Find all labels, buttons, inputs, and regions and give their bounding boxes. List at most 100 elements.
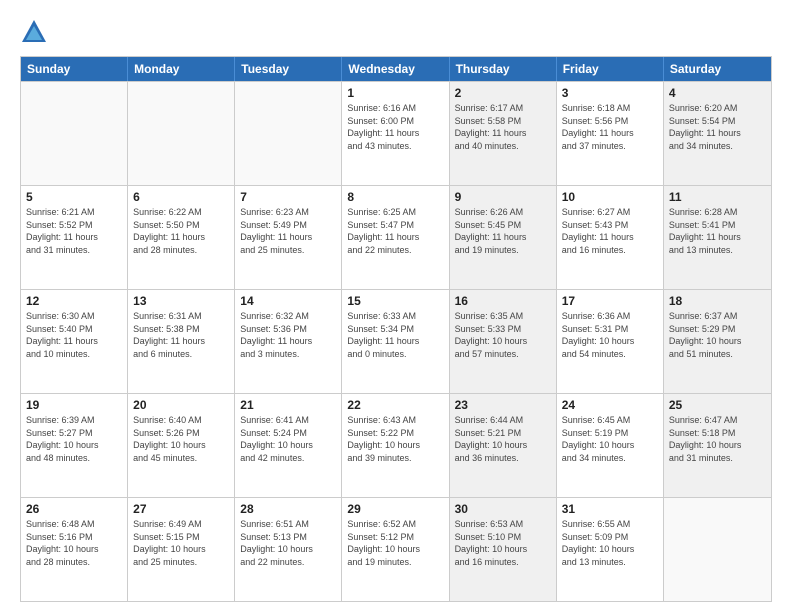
day-info: Sunrise: 6:26 AM Sunset: 5:45 PM Dayligh…	[455, 206, 551, 256]
calendar-cell: 22 Sunrise: 6:43 AM Sunset: 5:22 PM Dayli…	[342, 394, 449, 497]
calendar-cell: 19 Sunrise: 6:39 AM Sunset: 5:27 PM Dayli…	[21, 394, 128, 497]
day-info: Sunrise: 6:21 AM Sunset: 5:52 PM Dayligh…	[26, 206, 122, 256]
header-day-thursday: Thursday	[450, 57, 557, 81]
calendar-cell: 8 Sunrise: 6:25 AM Sunset: 5:47 PM Daylig…	[342, 186, 449, 289]
day-number: 26	[26, 502, 122, 516]
day-number: 10	[562, 190, 658, 204]
day-number: 15	[347, 294, 443, 308]
header-day-monday: Monday	[128, 57, 235, 81]
day-number: 31	[562, 502, 658, 516]
day-info: Sunrise: 6:47 AM Sunset: 5:18 PM Dayligh…	[669, 414, 766, 464]
day-info: Sunrise: 6:36 AM Sunset: 5:31 PM Dayligh…	[562, 310, 658, 360]
calendar-cell: 29 Sunrise: 6:52 AM Sunset: 5:12 PM Dayli…	[342, 498, 449, 601]
day-number: 4	[669, 86, 766, 100]
day-info: Sunrise: 6:28 AM Sunset: 5:41 PM Dayligh…	[669, 206, 766, 256]
day-info: Sunrise: 6:41 AM Sunset: 5:24 PM Dayligh…	[240, 414, 336, 464]
day-number: 27	[133, 502, 229, 516]
day-number: 13	[133, 294, 229, 308]
day-number: 14	[240, 294, 336, 308]
day-info: Sunrise: 6:32 AM Sunset: 5:36 PM Dayligh…	[240, 310, 336, 360]
calendar-cell: 9 Sunrise: 6:26 AM Sunset: 5:45 PM Daylig…	[450, 186, 557, 289]
day-info: Sunrise: 6:45 AM Sunset: 5:19 PM Dayligh…	[562, 414, 658, 464]
calendar-header-row: SundayMondayTuesdayWednesdayThursdayFrid…	[21, 57, 771, 81]
day-number: 17	[562, 294, 658, 308]
day-info: Sunrise: 6:16 AM Sunset: 6:00 PM Dayligh…	[347, 102, 443, 152]
day-number: 22	[347, 398, 443, 412]
logo	[20, 18, 52, 46]
calendar-cell: 12 Sunrise: 6:30 AM Sunset: 5:40 PM Dayli…	[21, 290, 128, 393]
calendar-row-4: 26 Sunrise: 6:48 AM Sunset: 5:16 PM Dayli…	[21, 497, 771, 601]
calendar-row-1: 5 Sunrise: 6:21 AM Sunset: 5:52 PM Daylig…	[21, 185, 771, 289]
day-number: 24	[562, 398, 658, 412]
calendar-cell: 15Sunrise: 6:33 AM Sunset: 5:34 PM Dayli…	[342, 290, 449, 393]
day-number: 1	[347, 86, 443, 100]
calendar: SundayMondayTuesdayWednesdayThursdayFrid…	[20, 56, 772, 602]
calendar-cell: 10 Sunrise: 6:27 AM Sunset: 5:43 PM Dayli…	[557, 186, 664, 289]
day-info: Sunrise: 6:52 AM Sunset: 5:12 PM Dayligh…	[347, 518, 443, 568]
day-number: 19	[26, 398, 122, 412]
day-info: Sunrise: 6:49 AM Sunset: 5:15 PM Dayligh…	[133, 518, 229, 568]
calendar-cell: 11Sunrise: 6:28 AM Sunset: 5:41 PM Dayli…	[664, 186, 771, 289]
day-number: 5	[26, 190, 122, 204]
day-number: 29	[347, 502, 443, 516]
day-info: Sunrise: 6:55 AM Sunset: 5:09 PM Dayligh…	[562, 518, 658, 568]
day-info: Sunrise: 6:18 AM Sunset: 5:56 PM Dayligh…	[562, 102, 658, 152]
day-info: Sunrise: 6:53 AM Sunset: 5:10 PM Dayligh…	[455, 518, 551, 568]
day-info: Sunrise: 6:22 AM Sunset: 5:50 PM Dayligh…	[133, 206, 229, 256]
calendar-cell	[664, 498, 771, 601]
calendar-cell: 2Sunrise: 6:17 AM Sunset: 5:58 PM Daylig…	[450, 82, 557, 185]
calendar-cell: 31 Sunrise: 6:55 AM Sunset: 5:09 PM Dayli…	[557, 498, 664, 601]
calendar-cell	[21, 82, 128, 185]
calendar-cell: 23 Sunrise: 6:44 AM Sunset: 5:21 PM Dayli…	[450, 394, 557, 497]
calendar-cell	[235, 82, 342, 185]
logo-icon	[20, 18, 48, 46]
day-number: 21	[240, 398, 336, 412]
calendar-cell: 5 Sunrise: 6:21 AM Sunset: 5:52 PM Daylig…	[21, 186, 128, 289]
calendar-cell: 25Sunrise: 6:47 AM Sunset: 5:18 PM Dayli…	[664, 394, 771, 497]
calendar-cell: 3Sunrise: 6:18 AM Sunset: 5:56 PM Daylig…	[557, 82, 664, 185]
day-info: Sunrise: 6:30 AM Sunset: 5:40 PM Dayligh…	[26, 310, 122, 360]
calendar-cell: 18Sunrise: 6:37 AM Sunset: 5:29 PM Dayli…	[664, 290, 771, 393]
calendar-cell: 13Sunrise: 6:31 AM Sunset: 5:38 PM Dayli…	[128, 290, 235, 393]
day-info: Sunrise: 6:20 AM Sunset: 5:54 PM Dayligh…	[669, 102, 766, 152]
calendar-cell: 17 Sunrise: 6:36 AM Sunset: 5:31 PM Dayli…	[557, 290, 664, 393]
calendar-row-0: 1 Sunrise: 6:16 AM Sunset: 6:00 PM Daylig…	[21, 81, 771, 185]
calendar-cell: 6 Sunrise: 6:22 AM Sunset: 5:50 PM Daylig…	[128, 186, 235, 289]
calendar-cell: 1 Sunrise: 6:16 AM Sunset: 6:00 PM Daylig…	[342, 82, 449, 185]
day-number: 16	[455, 294, 551, 308]
day-number: 28	[240, 502, 336, 516]
day-info: Sunrise: 6:48 AM Sunset: 5:16 PM Dayligh…	[26, 518, 122, 568]
day-number: 7	[240, 190, 336, 204]
calendar-cell: 30 Sunrise: 6:53 AM Sunset: 5:10 PM Dayli…	[450, 498, 557, 601]
header	[20, 18, 772, 46]
day-info: Sunrise: 6:23 AM Sunset: 5:49 PM Dayligh…	[240, 206, 336, 256]
day-number: 30	[455, 502, 551, 516]
day-number: 20	[133, 398, 229, 412]
calendar-cell	[128, 82, 235, 185]
header-day-tuesday: Tuesday	[235, 57, 342, 81]
day-number: 6	[133, 190, 229, 204]
page: SundayMondayTuesdayWednesdayThursdayFrid…	[0, 0, 792, 612]
day-info: Sunrise: 6:39 AM Sunset: 5:27 PM Dayligh…	[26, 414, 122, 464]
calendar-cell: 24 Sunrise: 6:45 AM Sunset: 5:19 PM Dayli…	[557, 394, 664, 497]
calendar-cell: 28Sunrise: 6:51 AM Sunset: 5:13 PM Dayli…	[235, 498, 342, 601]
calendar-cell: 21 Sunrise: 6:41 AM Sunset: 5:24 PM Dayli…	[235, 394, 342, 497]
day-number: 8	[347, 190, 443, 204]
calendar-cell: 20Sunrise: 6:40 AM Sunset: 5:26 PM Dayli…	[128, 394, 235, 497]
calendar-cell: 7 Sunrise: 6:23 AM Sunset: 5:49 PM Daylig…	[235, 186, 342, 289]
day-number: 9	[455, 190, 551, 204]
day-info: Sunrise: 6:35 AM Sunset: 5:33 PM Dayligh…	[455, 310, 551, 360]
day-number: 23	[455, 398, 551, 412]
day-info: Sunrise: 6:25 AM Sunset: 5:47 PM Dayligh…	[347, 206, 443, 256]
day-info: Sunrise: 6:27 AM Sunset: 5:43 PM Dayligh…	[562, 206, 658, 256]
day-number: 12	[26, 294, 122, 308]
calendar-body: 1 Sunrise: 6:16 AM Sunset: 6:00 PM Daylig…	[21, 81, 771, 601]
calendar-cell: 4 Sunrise: 6:20 AM Sunset: 5:54 PM Daylig…	[664, 82, 771, 185]
header-day-sunday: Sunday	[21, 57, 128, 81]
day-info: Sunrise: 6:44 AM Sunset: 5:21 PM Dayligh…	[455, 414, 551, 464]
calendar-row-3: 19 Sunrise: 6:39 AM Sunset: 5:27 PM Dayli…	[21, 393, 771, 497]
day-info: Sunrise: 6:43 AM Sunset: 5:22 PM Dayligh…	[347, 414, 443, 464]
header-day-wednesday: Wednesday	[342, 57, 449, 81]
calendar-row-2: 12 Sunrise: 6:30 AM Sunset: 5:40 PM Dayli…	[21, 289, 771, 393]
calendar-cell: 16 Sunrise: 6:35 AM Sunset: 5:33 PM Dayli…	[450, 290, 557, 393]
